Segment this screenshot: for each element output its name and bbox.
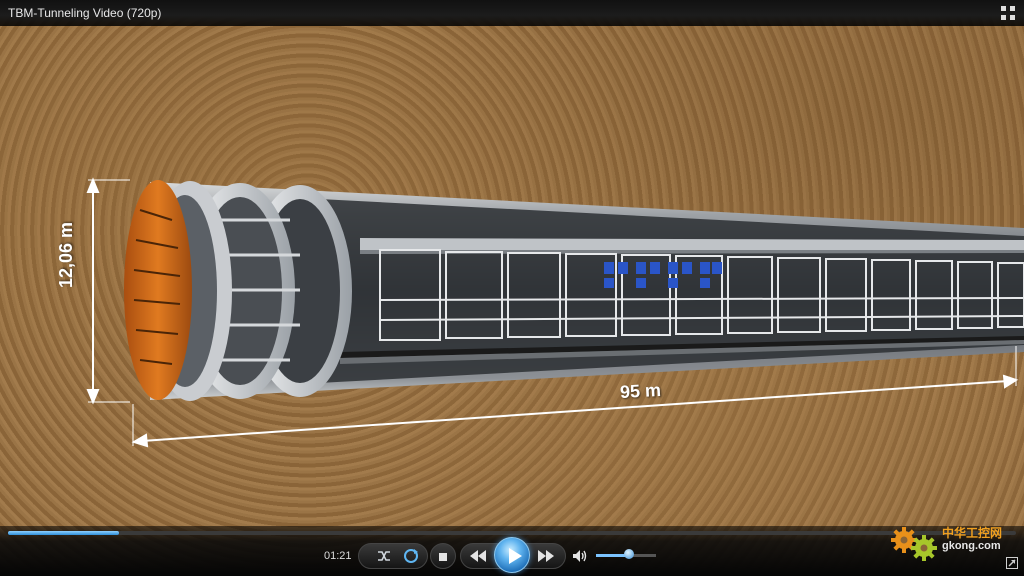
watermark-chinese-text: 中华工控网 [942,526,1003,540]
playback-time: 01:21 [324,550,352,562]
repeat-button[interactable] [402,547,420,565]
watermark: 中华工控网 gkong.com [886,520,1016,566]
next-button[interactable] [536,549,556,563]
video-frame[interactable]: 12,06 m 95 m [0,0,1024,576]
next-icon [538,550,554,562]
volume-thumb[interactable] [624,549,634,559]
tbm-illustration [86,177,1024,448]
fullscreen-button[interactable] [1000,5,1016,21]
length-dimension-label: 95 m [619,379,662,403]
seek-progress [8,531,119,535]
previous-button[interactable] [468,549,488,563]
previous-icon [470,550,486,562]
fullscreen-icon [1001,6,1015,20]
ventilation-pipe [360,238,1024,252]
gear-logo-icon [891,527,937,561]
height-dimension-label: 12,06 m [56,221,76,288]
shuffle-icon [378,551,390,561]
seek-bar[interactable] [8,531,1016,535]
cutter-head [124,180,192,400]
play-button[interactable] [494,537,530,573]
shuffle-button[interactable] [376,548,392,564]
player-controls: 01:21 [0,526,1024,576]
stop-icon [439,553,447,561]
stop-button[interactable] [437,550,449,562]
repeat-icon [404,549,418,563]
window-title: TBM-Tunneling Video (720p) [8,6,162,20]
mute-button[interactable] [572,548,588,564]
play-icon [509,548,522,564]
volume-icon [573,550,587,562]
title-bar: TBM-Tunneling Video (720p) [0,0,1024,26]
watermark-url: gkong.com [942,540,1001,552]
